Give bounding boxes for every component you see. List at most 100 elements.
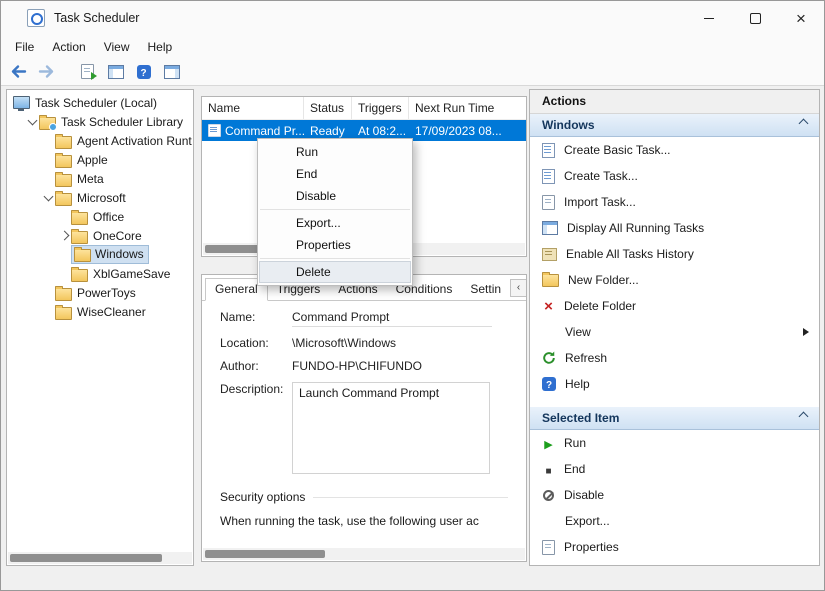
tree-item-apple[interactable]: Apple [7, 150, 193, 169]
menubar: File Action View Help [1, 35, 824, 58]
collapse-section-button[interactable] [794, 117, 812, 133]
maximize-button[interactable] [732, 1, 778, 35]
action-export[interactable]: Export... [530, 508, 819, 534]
tab-scroll-left-button[interactable] [510, 279, 527, 297]
column-header-name[interactable]: Name [202, 97, 304, 119]
folder-icon [55, 136, 72, 149]
actions-section-selected-item[interactable]: Selected Item [530, 407, 819, 430]
column-header-next-run-time[interactable]: Next Run Time [409, 97, 526, 119]
task-scheduler-window: Task Scheduler File Action View Help [0, 0, 825, 591]
properties-icon [542, 540, 555, 555]
description-field-label: Description: [220, 382, 292, 474]
chevron-down-icon[interactable] [41, 193, 55, 202]
toolbar [1, 58, 824, 86]
create-basic-task-icon [542, 143, 555, 158]
export-list-button[interactable] [76, 61, 99, 83]
menu-help[interactable]: Help [139, 37, 182, 57]
show-console-tree-button[interactable] [104, 61, 127, 83]
delete-folder-icon [542, 300, 555, 313]
context-menu-separator [260, 209, 410, 210]
tab-settings[interactable]: Settin [461, 279, 510, 300]
selected-tree-highlight: Windows [71, 245, 149, 264]
menu-view[interactable]: View [95, 37, 139, 57]
chevron-down-icon[interactable] [25, 117, 39, 126]
tree-item-wisecleaner[interactable]: WiseCleaner [7, 302, 193, 321]
folder-icon [55, 307, 72, 320]
show-console-tree-icon [108, 65, 124, 79]
forward-button[interactable] [35, 61, 58, 83]
context-menu-properties[interactable]: Properties [258, 234, 412, 256]
context-menu-end[interactable]: End [258, 163, 412, 185]
actions-section-windows[interactable]: Windows [530, 114, 819, 137]
tree-item-task-scheduler-library[interactable]: Task Scheduler Library [7, 112, 193, 131]
tree-item-powertoys[interactable]: PowerToys [7, 283, 193, 302]
console-tree: Task Scheduler (Local) Task Scheduler Li… [6, 89, 194, 566]
collapse-section-button[interactable] [794, 410, 812, 426]
tree-item-xblgamesave[interactable]: XblGameSave [7, 264, 193, 283]
help-button[interactable] [132, 61, 155, 83]
name-field-label: Name: [220, 310, 292, 327]
action-refresh[interactable]: Refresh [530, 345, 819, 371]
help-icon [137, 65, 151, 79]
task-list-hscrollbar-thumb[interactable] [205, 245, 263, 253]
context-menu-disable[interactable]: Disable [258, 185, 412, 207]
context-menu-run[interactable]: Run [258, 141, 412, 163]
details-hscrollbar[interactable] [203, 548, 525, 560]
task-triggers: At 08:2... [352, 124, 409, 138]
show-action-pane-button[interactable] [160, 61, 183, 83]
menu-action[interactable]: Action [43, 37, 94, 57]
submenu-arrow-icon [803, 328, 809, 336]
action-delete-folder[interactable]: Delete Folder [530, 293, 819, 319]
minimize-icon [704, 18, 714, 19]
tree-hscrollbar-thumb[interactable] [10, 554, 162, 562]
close-button[interactable] [778, 1, 824, 35]
disable-icon [543, 490, 554, 501]
tree-item-microsoft[interactable]: Microsoft [7, 188, 193, 207]
tree-item-office[interactable]: Office [7, 207, 193, 226]
tree-item-agent-activation[interactable]: Agent Activation Runt [7, 131, 193, 150]
task-list-header: Name Status Triggers Next Run Time [202, 97, 526, 120]
forward-icon [38, 64, 55, 79]
tree-item-task-scheduler-local[interactable]: Task Scheduler (Local) [7, 93, 193, 112]
action-import-task[interactable]: Import Task... [530, 189, 819, 215]
author-field-value: FUNDO-HP\CHIFUNDO [292, 359, 422, 373]
action-new-folder[interactable]: New Folder... [530, 267, 819, 293]
details-hscrollbar-thumb[interactable] [205, 550, 325, 558]
new-folder-icon [542, 274, 559, 287]
action-delete[interactable]: Delete [530, 560, 819, 566]
context-menu-separator [260, 258, 410, 259]
context-menu-export[interactable]: Export... [258, 212, 412, 234]
tree-hscrollbar[interactable] [8, 552, 192, 564]
folder-icon [71, 212, 88, 225]
folder-icon [71, 231, 88, 244]
action-enable-all-tasks-history[interactable]: Enable All Tasks History [530, 241, 819, 267]
menu-file[interactable]: File [6, 37, 43, 57]
titlebar: Task Scheduler [1, 1, 824, 35]
location-field-value: \Microsoft\Windows [292, 336, 396, 350]
action-display-all-running-tasks[interactable]: Display All Running Tasks [530, 215, 819, 241]
computer-icon [13, 96, 30, 109]
actions-pane-title: Actions [530, 90, 819, 114]
create-task-icon [542, 169, 555, 184]
back-button[interactable] [7, 61, 30, 83]
import-task-icon [542, 195, 555, 210]
tree-item-windows[interactable]: Windows [7, 245, 193, 264]
folder-icon [55, 174, 72, 187]
action-end[interactable]: End [530, 456, 819, 482]
tree-item-meta[interactable]: Meta [7, 169, 193, 188]
action-help[interactable]: Help [530, 371, 819, 397]
action-disable[interactable]: Disable [530, 482, 819, 508]
tree-item-onecore[interactable]: OneCore [7, 226, 193, 245]
action-create-basic-task[interactable]: Create Basic Task... [530, 137, 819, 163]
column-header-triggers[interactable]: Triggers [352, 97, 409, 119]
action-run[interactable]: Run [530, 430, 819, 456]
action-create-task[interactable]: Create Task... [530, 163, 819, 189]
action-properties[interactable]: Properties [530, 534, 819, 560]
window-title: Task Scheduler [54, 11, 139, 25]
context-menu-delete[interactable]: Delete [259, 261, 411, 283]
export-list-icon [81, 64, 94, 79]
column-header-status[interactable]: Status [304, 97, 352, 119]
chevron-right-icon[interactable] [57, 232, 71, 239]
minimize-button[interactable] [686, 1, 732, 35]
action-view[interactable]: View [530, 319, 819, 345]
